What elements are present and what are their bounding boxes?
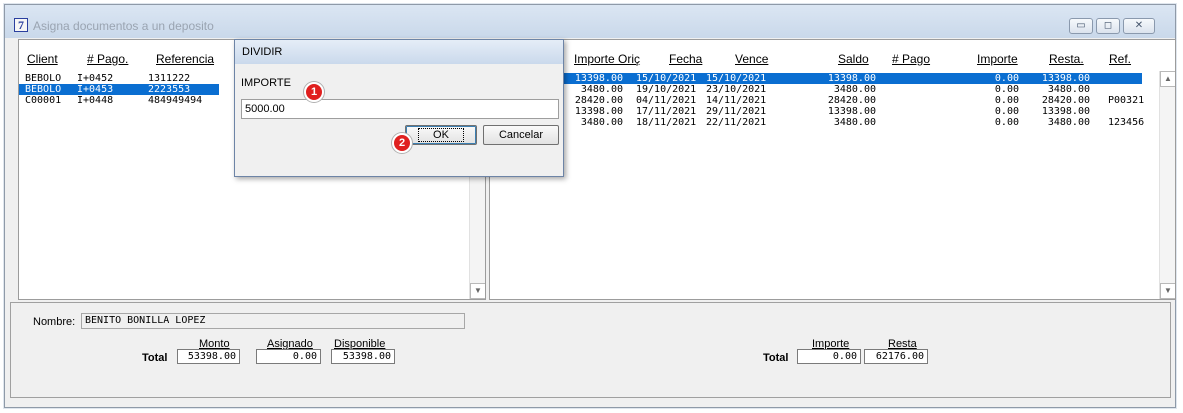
asignado-field: 0.00 xyxy=(256,349,321,364)
window-titlebar[interactable]: 7 Asigna documentos a un deposito ▭ ◻ ✕ xyxy=(5,5,1175,38)
cell-vence: 29/11/2021 xyxy=(706,106,767,117)
cell-fecha: 04/11/2021 xyxy=(636,95,697,106)
cell-fecha: 19/10/2021 xyxy=(636,84,697,95)
scroll-up-button[interactable]: ▲ xyxy=(1160,71,1175,87)
table-row-selected[interactable]: 13398.00 15/10/2021 15/10/2021 13398.00 0.00… xyxy=(490,73,1142,84)
cell-fecha: 15/10/2021 xyxy=(636,73,697,84)
column-header-ref[interactable]: Ref. xyxy=(1109,52,1131,66)
scroll-down-button[interactable]: ▼ xyxy=(470,283,485,299)
cell-importe: 0.00 xyxy=(994,95,1019,106)
cell-vence: 23/10/2021 xyxy=(706,84,767,95)
importe-total-field: 0.00 xyxy=(797,349,861,364)
dialog-title: DIVIDIR xyxy=(242,46,283,58)
column-header-num-pago[interactable]: # Pago xyxy=(892,52,930,66)
cell-vence: 15/10/2021 xyxy=(706,73,767,84)
cell-importe-orig: 3480.00 xyxy=(580,117,623,128)
monto-field: 53398.00 xyxy=(177,349,240,364)
minimize-button[interactable]: ▭ xyxy=(1069,18,1093,34)
column-header-referencia[interactable]: Referencia xyxy=(156,52,214,66)
cell-referencia: 484949494 xyxy=(148,95,203,106)
column-header-resta[interactable]: Resta. xyxy=(1049,52,1084,66)
cell-resta: 13398.00 xyxy=(1041,73,1090,84)
cell-saldo: 28420.00 xyxy=(827,95,876,106)
cell-saldo: 3480.00 xyxy=(833,84,876,95)
cell-referencia: 2223553 xyxy=(148,84,191,95)
ok-button[interactable]: OK xyxy=(405,125,477,145)
cancel-button[interactable]: Cancelar xyxy=(483,125,559,145)
cell-importe: 0.00 xyxy=(994,84,1019,95)
cell-pago: I+0453 xyxy=(77,84,114,95)
nombre-label: Nombre: xyxy=(33,316,76,328)
nombre-field: BENITO BONILLA LOPEZ xyxy=(81,313,465,329)
main-window: 7 Asigna documentos a un deposito ▭ ◻ ✕ … xyxy=(4,4,1176,408)
cell-fecha: 17/11/2021 xyxy=(636,106,697,117)
importe-input[interactable] xyxy=(241,99,559,119)
app-icon: 7 xyxy=(14,18,28,32)
column-header-importe-orig[interactable]: Importe Oriç xyxy=(574,52,640,66)
documents-grid[interactable]: Importe Oriç Fecha Vence Saldo # Pago Im… xyxy=(489,39,1176,300)
cell-pago: I+0452 xyxy=(77,73,114,84)
column-header-fecha[interactable]: Fecha xyxy=(669,52,702,66)
cell-importe-orig: 3480.00 xyxy=(580,84,623,95)
summary-panel: Nombre: BENITO BONILLA LOPEZ Monto Asign… xyxy=(10,302,1171,398)
cell-vence: 14/11/2021 xyxy=(706,95,767,106)
window-title: Asigna documentos a un deposito xyxy=(33,19,214,33)
cell-importe: 0.00 xyxy=(994,106,1019,117)
disponible-field: 53398.00 xyxy=(331,349,395,364)
cell-saldo: 13398.00 xyxy=(827,106,876,117)
cell-ref: P00321 xyxy=(1108,95,1145,106)
cell-resta: 28420.00 xyxy=(1041,95,1090,106)
cell-saldo: 3480.00 xyxy=(833,117,876,128)
cell-saldo: 13398.00 xyxy=(827,73,876,84)
importe-label: IMPORTE xyxy=(241,77,291,89)
cell-importe: 0.00 xyxy=(994,117,1019,128)
cell-resta: 13398.00 xyxy=(1041,106,1090,117)
column-header-pago[interactable]: # Pago. xyxy=(87,52,128,66)
total-label-right: Total xyxy=(763,352,789,364)
table-row-selected[interactable]: BEBOLO I+0453 2223553 xyxy=(19,84,219,95)
column-header-importe[interactable]: Importe xyxy=(977,52,1018,66)
dialog-titlebar[interactable]: DIVIDIR xyxy=(235,40,563,64)
cell-importe-orig: 13398.00 xyxy=(574,106,623,117)
total-label: Total xyxy=(142,352,168,364)
column-header-client[interactable]: Client xyxy=(27,52,58,66)
step-1-badge: 1 xyxy=(304,82,324,102)
scroll-down-button[interactable]: ▼ xyxy=(1160,283,1175,299)
step-2-badge: 2 xyxy=(392,133,412,153)
cell-importe-orig: 28420.00 xyxy=(574,95,623,106)
cell-pago: I+0448 xyxy=(77,95,114,106)
maximize-button[interactable]: ◻ xyxy=(1096,18,1120,34)
column-header-vence[interactable]: Vence xyxy=(735,52,768,66)
ok-button-label: OK xyxy=(418,128,464,142)
cell-importe-orig: 13398.00 xyxy=(574,73,623,84)
right-vertical-scrollbar[interactable]: ▲ ▼ xyxy=(1159,71,1175,299)
cell-ref: 123456 xyxy=(1108,117,1145,128)
cell-client: BEBOLO xyxy=(25,73,62,84)
cell-vence: 22/11/2021 xyxy=(706,117,767,128)
cell-resta: 3480.00 xyxy=(1047,84,1090,95)
cell-client: BEBOLO xyxy=(25,84,62,95)
cell-importe: 0.00 xyxy=(994,73,1019,84)
dividir-dialog: DIVIDIR IMPORTE OK Cancelar xyxy=(234,39,564,177)
cell-fecha: 18/11/2021 xyxy=(636,117,697,128)
resta-total-field: 62176.00 xyxy=(864,349,928,364)
column-header-saldo[interactable]: Saldo xyxy=(838,52,869,66)
cell-resta: 3480.00 xyxy=(1047,117,1090,128)
cell-client: C00001 xyxy=(25,95,62,106)
cell-referencia: 1311222 xyxy=(148,73,191,84)
close-button[interactable]: ✕ xyxy=(1123,18,1155,34)
